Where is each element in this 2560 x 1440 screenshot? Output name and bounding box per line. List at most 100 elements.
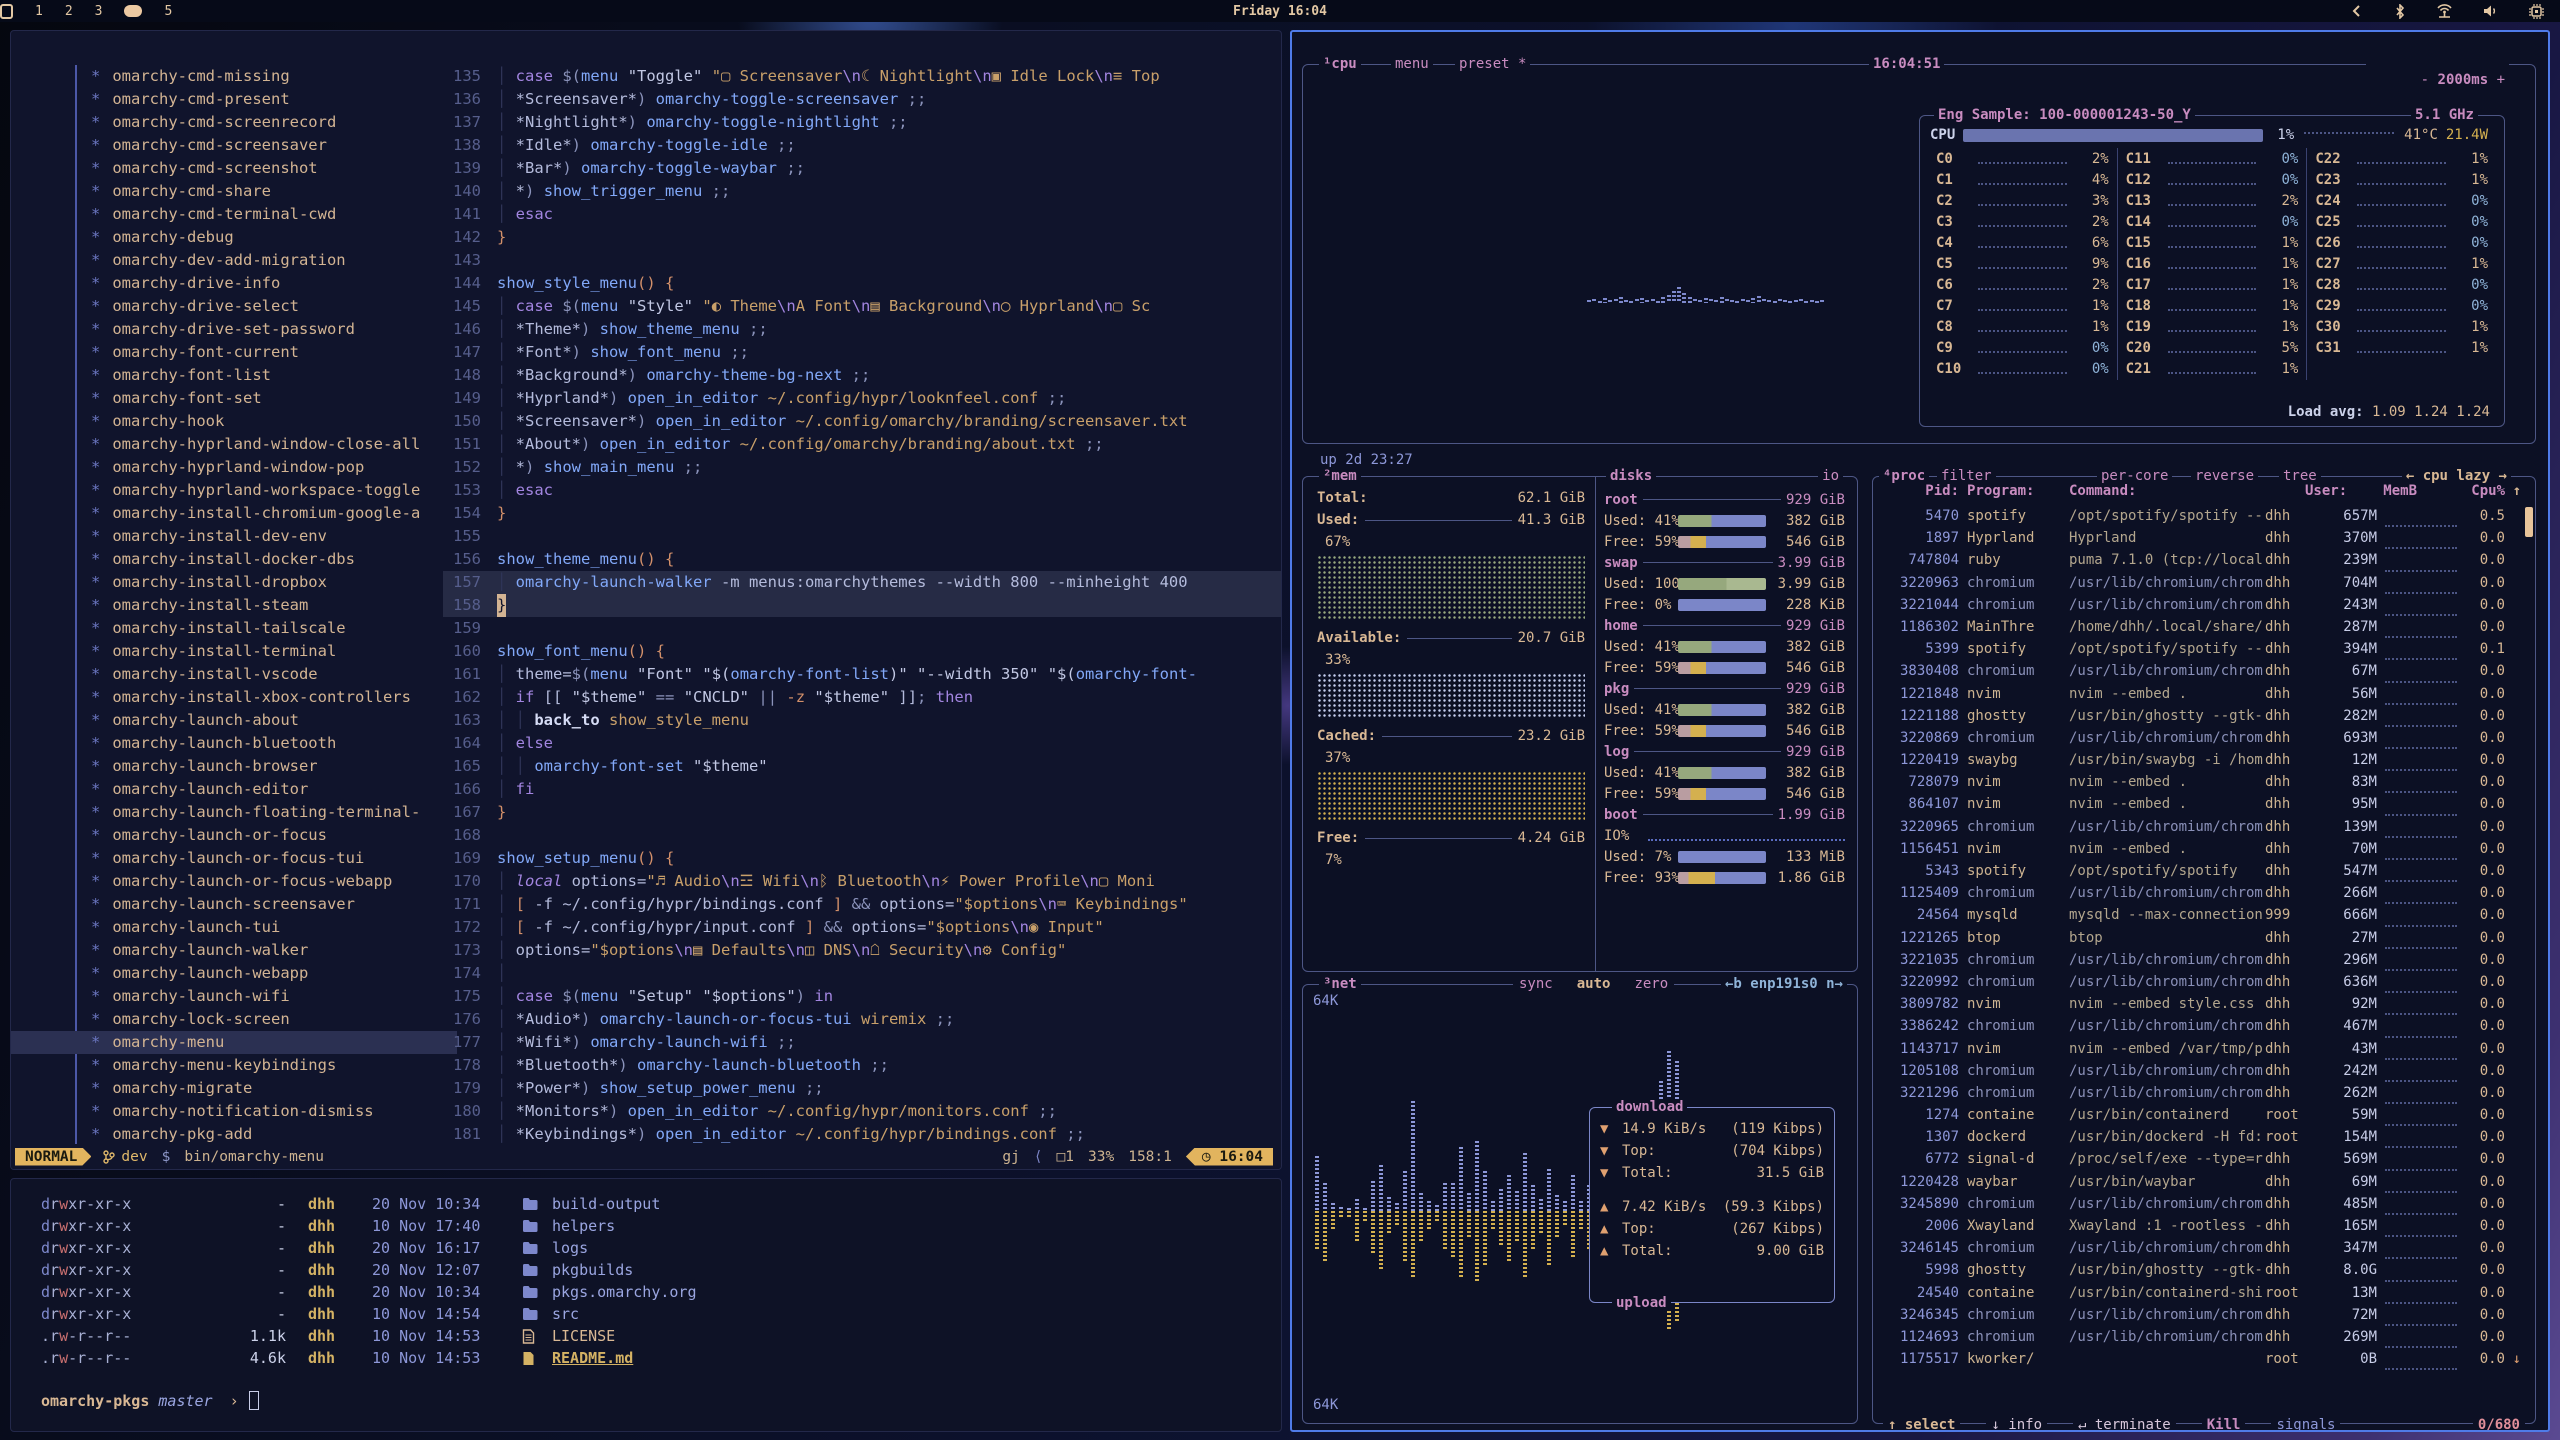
- proc-scrollbar-thumb[interactable]: [2525, 507, 2533, 537]
- menu-tab[interactable]: menu: [1391, 56, 1433, 72]
- process-row[interactable]: 3246145chromium/usr/lib/chromium/chromdh…: [1877, 1237, 2521, 1259]
- file-item[interactable]: *omarchy-install-steam: [11, 594, 457, 617]
- process-row[interactable]: 3830408chromium/usr/lib/chromium/chromdh…: [1877, 660, 2521, 682]
- io-tab[interactable]: io: [1818, 468, 1843, 484]
- process-row[interactable]: 3221035chromium/usr/lib/chromium/chromdh…: [1877, 949, 2521, 971]
- file-item[interactable]: *omarchy-cmd-terminal-cwd: [11, 203, 457, 226]
- entry-name[interactable]: helpers: [552, 1215, 615, 1237]
- process-row[interactable]: 1220419swaybg/usr/bin/swaybg -i /homdhh1…: [1877, 749, 2521, 771]
- file-item[interactable]: *omarchy-launch-webapp: [11, 962, 457, 985]
- file-item[interactable]: *omarchy-hyprland-workspace-toggle: [11, 479, 457, 502]
- entry-name[interactable]: LICENSE: [552, 1325, 615, 1347]
- entry-name[interactable]: src: [552, 1303, 579, 1325]
- process-row[interactable]: 3220992chromium/usr/lib/chromium/chromdh…: [1877, 971, 2521, 993]
- process-row[interactable]: 1274containe/usr/bin/containerdroot59M0.…: [1877, 1104, 2521, 1126]
- process-row[interactable]: 3245890chromium/usr/lib/chromium/chromdh…: [1877, 1193, 2521, 1215]
- entry-name[interactable]: pkgs.omarchy.org: [552, 1281, 697, 1303]
- file-item[interactable]: *omarchy-install-tailscale: [11, 617, 457, 640]
- file-item[interactable]: *omarchy-drive-info: [11, 272, 457, 295]
- entry-name[interactable]: build-output: [552, 1193, 660, 1215]
- shell-prompt[interactable]: omarchy-pkgs master ›: [41, 1391, 1281, 1410]
- file-item[interactable]: *omarchy-launch-about: [11, 709, 457, 732]
- file-item[interactable]: *omarchy-launch-wifi: [11, 985, 457, 1008]
- file-item[interactable]: *omarchy-launch-editor: [11, 778, 457, 801]
- file-item[interactable]: *omarchy-launch-browser: [11, 755, 457, 778]
- per-core-tab[interactable]: per-core: [2097, 468, 2172, 484]
- file-item[interactable]: *omarchy-font-current: [11, 341, 457, 364]
- file-item[interactable]: *omarchy-notification-dismiss: [11, 1100, 457, 1123]
- file-item[interactable]: *omarchy-launch-or-focus-webapp: [11, 870, 457, 893]
- process-row[interactable]: 1124693chromium/usr/lib/chromium/chromdh…: [1877, 1326, 2521, 1348]
- net-panel-title[interactable]: ³net: [1319, 976, 1361, 992]
- proc-panel-title[interactable]: ⁴proc: [1879, 468, 1929, 484]
- process-row[interactable]: 3220869chromium/usr/lib/chromium/chromdh…: [1877, 727, 2521, 749]
- process-row[interactable]: 1205108chromium/usr/lib/chromium/chromdh…: [1877, 1060, 2521, 1082]
- process-row[interactable]: 3246345chromium/usr/lib/chromium/chromdh…: [1877, 1304, 2521, 1326]
- file-item[interactable]: *omarchy-hyprland-window-pop: [11, 456, 457, 479]
- file-item[interactable]: *omarchy-install-docker-dbs: [11, 548, 457, 571]
- process-row[interactable]: 1156451nvimnvim --embed .dhh70M0.0: [1877, 838, 2521, 860]
- file-item[interactable]: *omarchy-launch-floating-terminal-: [11, 801, 457, 824]
- cpu-panel-title[interactable]: ¹cpu: [1319, 56, 1361, 72]
- tree-tab[interactable]: tree: [2279, 468, 2321, 484]
- file-item[interactable]: *omarchy-hook: [11, 410, 457, 433]
- file-item[interactable]: *omarchy-cmd-present: [11, 88, 457, 111]
- process-row[interactable]: 3220965chromium/usr/lib/chromium/chromdh…: [1877, 816, 2521, 838]
- net-tab-zero[interactable]: zero: [1634, 976, 1668, 992]
- file-item[interactable]: *omarchy-drive-select: [11, 295, 457, 318]
- process-row[interactable]: 6772signal-d/proc/self/exe --type=rdhh56…: [1877, 1148, 2521, 1170]
- file-item[interactable]: *omarchy-debug: [11, 226, 457, 249]
- reverse-tab[interactable]: reverse: [2191, 468, 2258, 484]
- sort-column-tab[interactable]: ← cpu lazy →: [2402, 468, 2511, 484]
- process-row[interactable]: 864107nvimnvim --embed .dhh95M0.0: [1877, 793, 2521, 815]
- file-item[interactable]: *omarchy-install-terminal: [11, 640, 457, 663]
- file-item[interactable]: *omarchy-font-set: [11, 387, 457, 410]
- file-item[interactable]: *omarchy-launch-bluetooth: [11, 732, 457, 755]
- process-row[interactable]: 24540containe/usr/bin/containerd-shiroot…: [1877, 1282, 2521, 1304]
- process-row[interactable]: 1221848nvimnvim --embed .dhh56M0.0: [1877, 683, 2521, 705]
- preset-tab[interactable]: preset *: [1455, 56, 1530, 72]
- file-item[interactable]: *omarchy-launch-walker: [11, 939, 457, 962]
- file-item[interactable]: *omarchy-launch-or-focus-tui: [11, 847, 457, 870]
- process-row[interactable]: 24564mysqldmysqld --max-connection999666…: [1877, 904, 2521, 926]
- file-item[interactable]: *omarchy-cmd-missing: [11, 65, 457, 88]
- net-tab-sync[interactable]: sync: [1519, 976, 1553, 992]
- file-item[interactable]: *omarchy-cmd-screenshot: [11, 157, 457, 180]
- disks-title[interactable]: disks: [1606, 468, 1656, 484]
- file-item[interactable]: *omarchy-drive-set-password: [11, 318, 457, 341]
- file-item[interactable]: *omarchy-migrate: [11, 1077, 457, 1100]
- process-row[interactable]: 1125409chromium/usr/lib/chromium/chromdh…: [1877, 882, 2521, 904]
- entry-name[interactable]: README.md: [552, 1347, 633, 1369]
- file-item[interactable]: *omarchy-install-xbox-controllers: [11, 686, 457, 709]
- process-row[interactable]: 5343spotify/opt/spotify/spotifydhh547M0.…: [1877, 860, 2521, 882]
- process-row[interactable]: 1143717nvimnvim --embed /var/tmp/pdhh43M…: [1877, 1038, 2521, 1060]
- net-interface-tab[interactable]: ←b enp191s0 n→: [1721, 976, 1847, 992]
- file-item[interactable]: *omarchy-lock-screen: [11, 1008, 457, 1031]
- file-item[interactable]: *omarchy-font-list: [11, 364, 457, 387]
- mem-panel-title[interactable]: ²mem: [1319, 468, 1361, 484]
- file-item[interactable]: *omarchy-install-dropbox: [11, 571, 457, 594]
- file-item[interactable]: *omarchy-install-dev-env: [11, 525, 457, 548]
- process-row[interactable]: 3221044chromium/usr/lib/chromium/chromdh…: [1877, 594, 2521, 616]
- process-row[interactable]: 1221265btopbtopdhh27M0.0: [1877, 927, 2521, 949]
- file-item[interactable]: *omarchy-dev-add-migration: [11, 249, 457, 272]
- process-row[interactable]: 728079nvimnvim --embed .dhh83M0.0: [1877, 771, 2521, 793]
- process-row[interactable]: 1175517kworker/root0B0.0↓: [1877, 1348, 2521, 1370]
- file-item[interactable]: *omarchy-pkg-add: [11, 1123, 457, 1146]
- process-row[interactable]: 3221296chromium/usr/lib/chromium/chromdh…: [1877, 1082, 2521, 1104]
- file-item[interactable]: *omarchy-launch-tui: [11, 916, 457, 939]
- file-item[interactable]: *omarchy-menu-keybindings: [11, 1054, 457, 1077]
- process-row[interactable]: 1307dockerd/usr/bin/dockerd -H fd:root15…: [1877, 1126, 2521, 1148]
- process-row[interactable]: 1186302MainThre/home/dhh/.local/share/dh…: [1877, 616, 2521, 638]
- process-row[interactable]: 3220963chromium/usr/lib/chromium/chromdh…: [1877, 572, 2521, 594]
- process-row[interactable]: 3386242chromium/usr/lib/chromium/chromdh…: [1877, 1015, 2521, 1037]
- file-item[interactable]: *omarchy-cmd-screenrecord: [11, 111, 457, 134]
- process-row[interactable]: 2006XwaylandXwayland :1 -rootless -dhh16…: [1877, 1215, 2521, 1237]
- net-tab-auto[interactable]: auto: [1577, 976, 1611, 992]
- process-row[interactable]: 5470spotify/opt/spotify/spotify --dhh657…: [1877, 505, 2521, 527]
- file-item[interactable]: *omarchy-cmd-screensaver: [11, 134, 457, 157]
- file-item[interactable]: *omarchy-install-chromium-google-a: [11, 502, 457, 525]
- entry-name[interactable]: logs: [552, 1237, 588, 1259]
- file-item[interactable]: *omarchy-menu: [11, 1031, 457, 1054]
- process-row[interactable]: 5998ghostty/usr/bin/ghostty --gtk-dhh8.0…: [1877, 1259, 2521, 1281]
